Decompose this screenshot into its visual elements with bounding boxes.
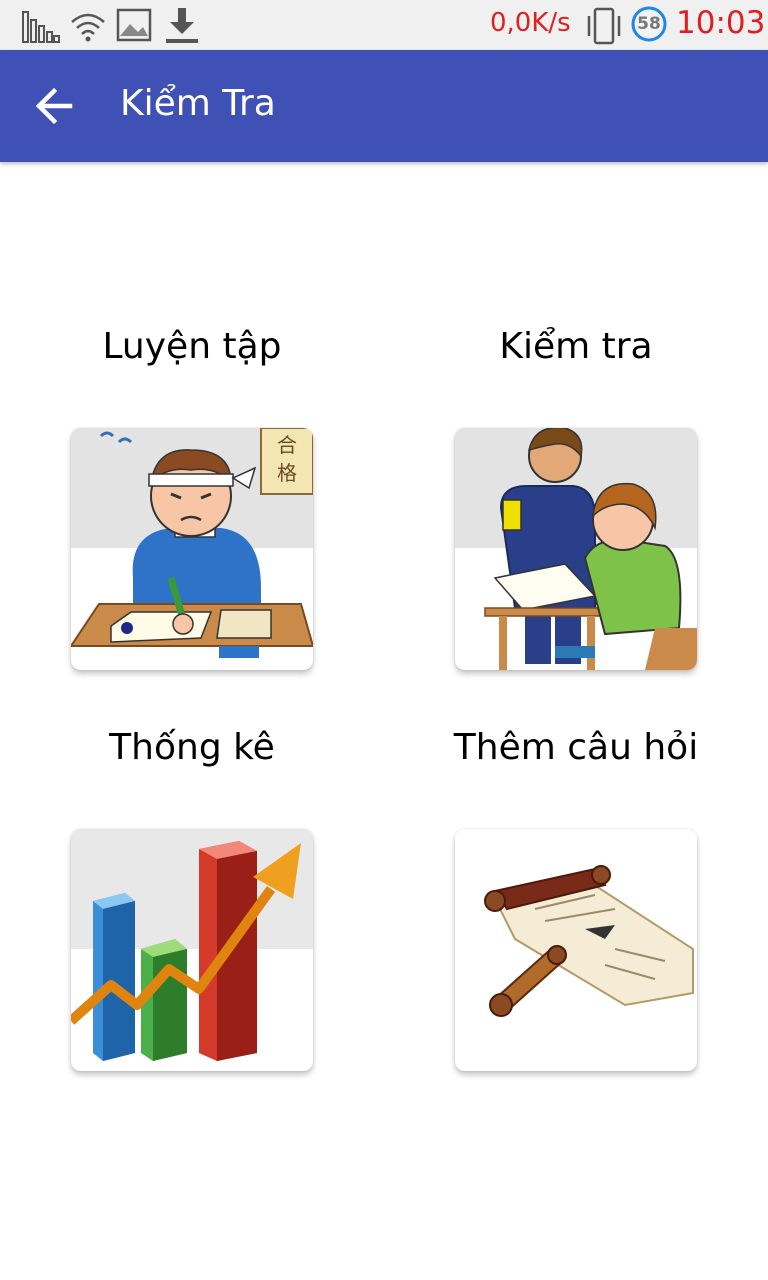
clock-text: 10:03 bbox=[676, 5, 766, 41]
image-icon bbox=[116, 8, 152, 42]
signal-bars-icon bbox=[22, 11, 60, 43]
menu-label-add-question: Thêm câu hỏi bbox=[453, 727, 699, 768]
menu-item-exam[interactable] bbox=[455, 428, 697, 670]
back-button[interactable] bbox=[24, 80, 88, 132]
wifi-icon bbox=[71, 13, 105, 42]
scroll-icon bbox=[455, 829, 697, 1071]
svg-text:合: 合 bbox=[277, 433, 297, 457]
svg-text:格: 格 bbox=[277, 461, 297, 485]
page-title: Kiểm Tra bbox=[120, 83, 276, 124]
menu-label-practice: Luyện tập bbox=[102, 326, 282, 367]
app-bar: Kiểm Tra bbox=[0, 50, 768, 162]
student-studying-icon: 合 格 bbox=[71, 428, 313, 670]
menu-item-practice[interactable]: 合 格 bbox=[71, 428, 313, 670]
menu-item-add-question[interactable] bbox=[455, 829, 697, 1071]
menu-label-exam: Kiểm tra bbox=[499, 326, 653, 367]
menu-item-statistics[interactable] bbox=[71, 829, 313, 1071]
status-bar: 0,0K/s 58 10:03 bbox=[0, 0, 768, 50]
download-icon bbox=[166, 8, 198, 43]
vibrate-icon bbox=[587, 7, 621, 45]
battery-circle-icon: 58 bbox=[630, 5, 668, 43]
menu-label-statistics: Thống kê bbox=[109, 727, 275, 768]
bar-chart-growth-icon bbox=[71, 829, 313, 1071]
battery-level-text: 58 bbox=[637, 14, 661, 34]
net-speed-text: 0,0K/s bbox=[490, 8, 571, 38]
exam-proctor-icon bbox=[455, 428, 697, 670]
arrow-back-icon bbox=[35, 87, 73, 125]
